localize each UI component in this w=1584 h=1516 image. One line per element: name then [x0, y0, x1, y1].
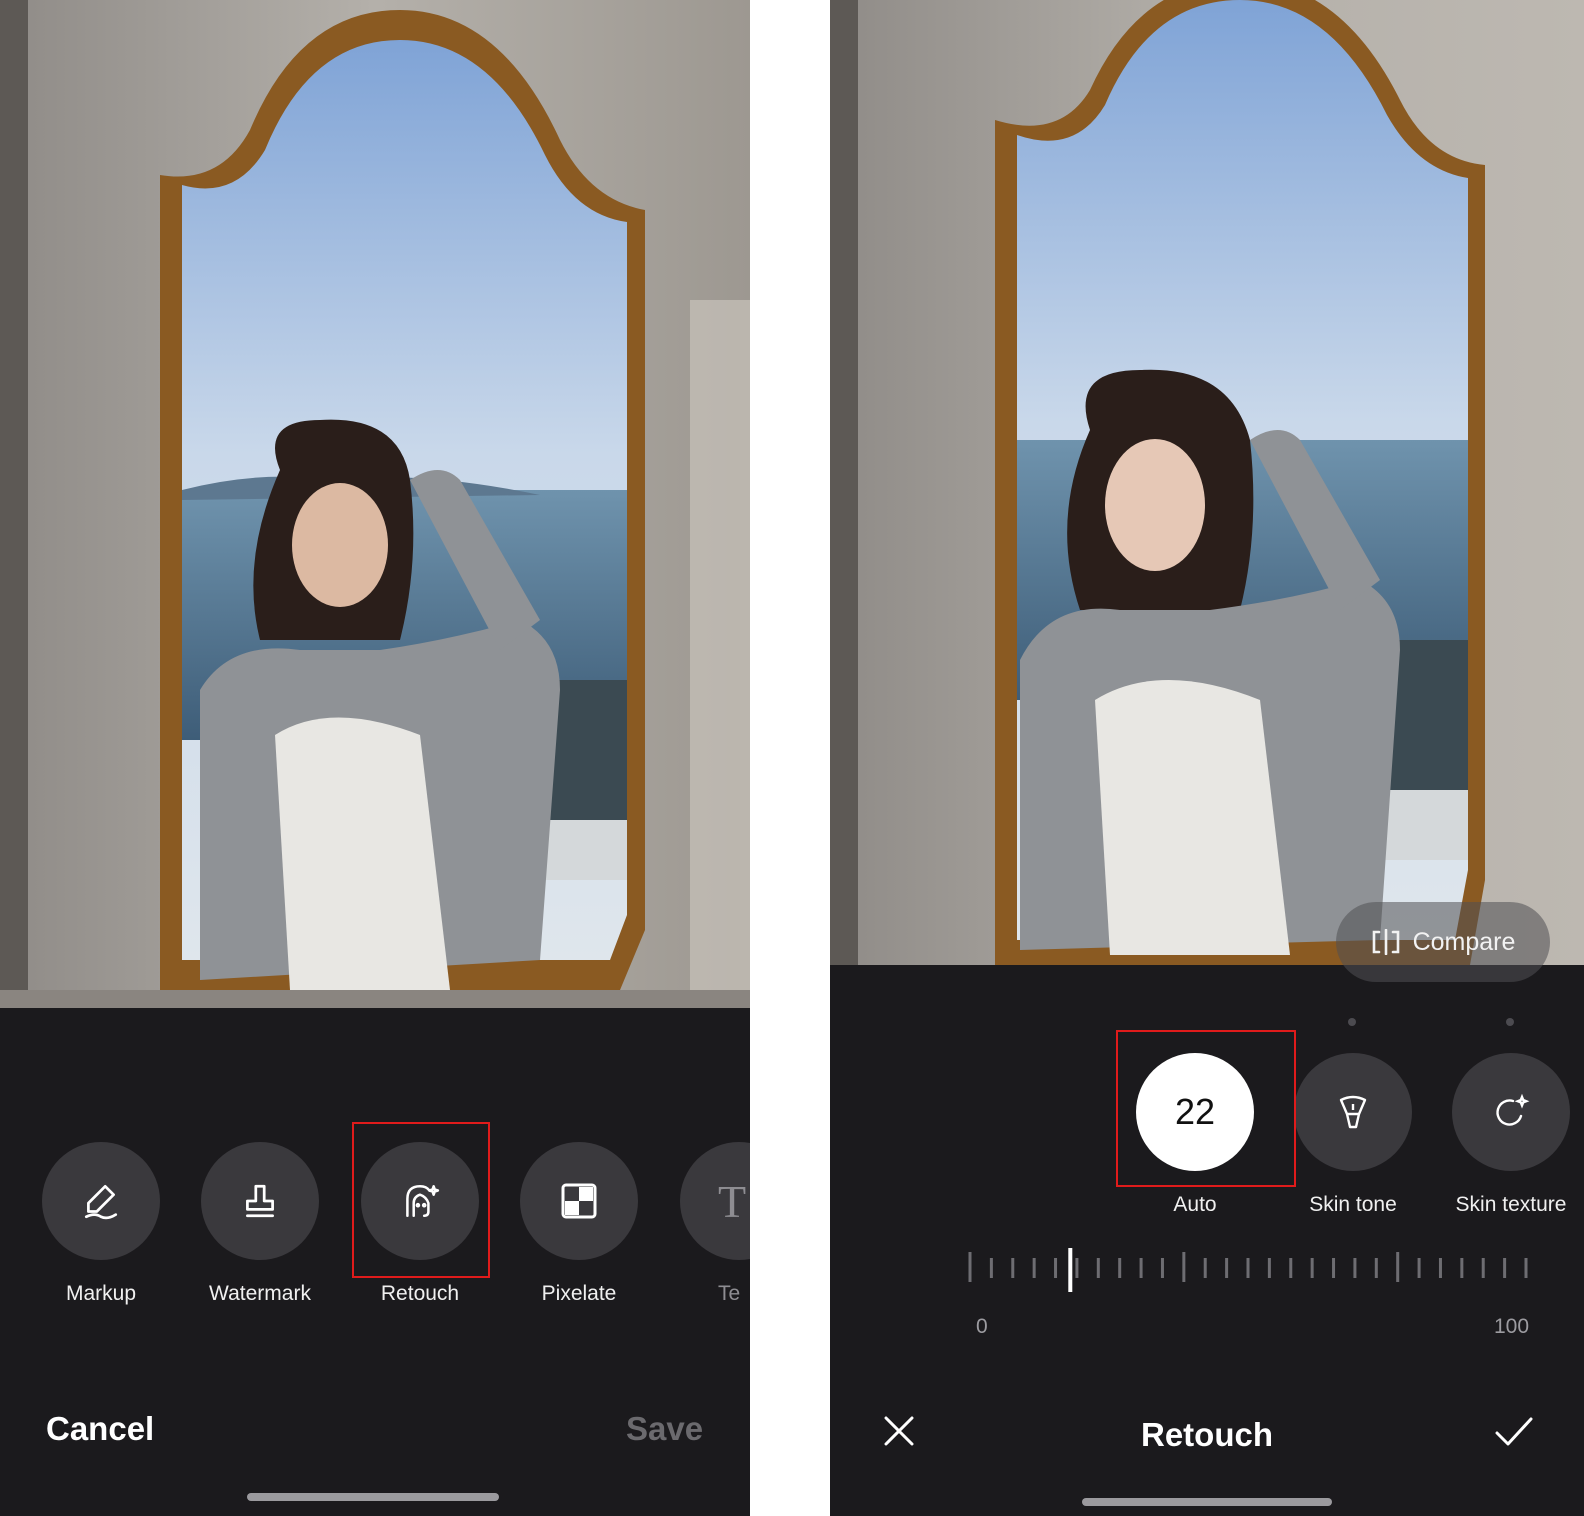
editor-screen-retouch: Compare 22 Auto Skin tone Skin texture 0…	[830, 0, 1584, 1516]
tool-label: Retouch	[380, 1282, 460, 1305]
portrait-photo	[830, 0, 1584, 965]
portrait-photo	[0, 0, 750, 1008]
tool-label: Te	[718, 1282, 741, 1305]
home-indicator	[1082, 1498, 1332, 1506]
option-label: Auto	[1173, 1193, 1217, 1216]
intensity-slider[interactable]	[966, 1248, 1584, 1304]
tool-text[interactable]: T Te	[680, 1142, 750, 1306]
indicator-dot	[1348, 1018, 1356, 1026]
stamp-icon	[201, 1142, 319, 1260]
tool-label: Pixelate	[541, 1282, 617, 1305]
option-skin-texture[interactable]: Skin texture	[1452, 1053, 1570, 1217]
pen-icon	[42, 1142, 160, 1260]
highlight-box-auto	[1116, 1030, 1296, 1187]
photo-preview	[830, 0, 1584, 965]
screen-title: Retouch	[1141, 1416, 1273, 1453]
sparkle-refresh-icon	[1452, 1053, 1570, 1171]
tool-markup[interactable]: Markup	[42, 1142, 160, 1306]
slider-min-label: 0	[976, 1315, 988, 1338]
brush-icon	[1294, 1053, 1412, 1171]
option-skin-tone[interactable]: Skin tone	[1294, 1053, 1412, 1217]
tool-label: Watermark	[209, 1282, 311, 1305]
option-label: Skin tone	[1309, 1193, 1397, 1216]
tool-label: Markup	[65, 1282, 137, 1305]
text-icon: T	[680, 1142, 750, 1260]
tool-watermark[interactable]: Watermark	[201, 1142, 319, 1306]
compare-label: Compare	[1412, 927, 1516, 956]
tool-pixelate[interactable]: Pixelate	[520, 1142, 638, 1306]
photo-preview	[0, 0, 750, 1008]
check-icon[interactable]	[1494, 1416, 1534, 1453]
cancel-button[interactable]: Cancel	[46, 1410, 154, 1448]
highlight-box-retouch	[352, 1122, 490, 1278]
home-indicator	[247, 1493, 499, 1501]
slider-max-label: 100	[1494, 1315, 1530, 1338]
save-button[interactable]: Save	[626, 1410, 703, 1448]
option-label: Skin texture	[1455, 1193, 1567, 1216]
compare-icon	[1372, 929, 1399, 955]
pixelate-icon	[520, 1142, 638, 1260]
compare-button[interactable]: Compare	[1336, 902, 1550, 982]
indicator-dot	[1506, 1018, 1514, 1026]
editor-screen-tools: Markup Watermark Retouch Pixelate T Te C…	[0, 0, 750, 1516]
